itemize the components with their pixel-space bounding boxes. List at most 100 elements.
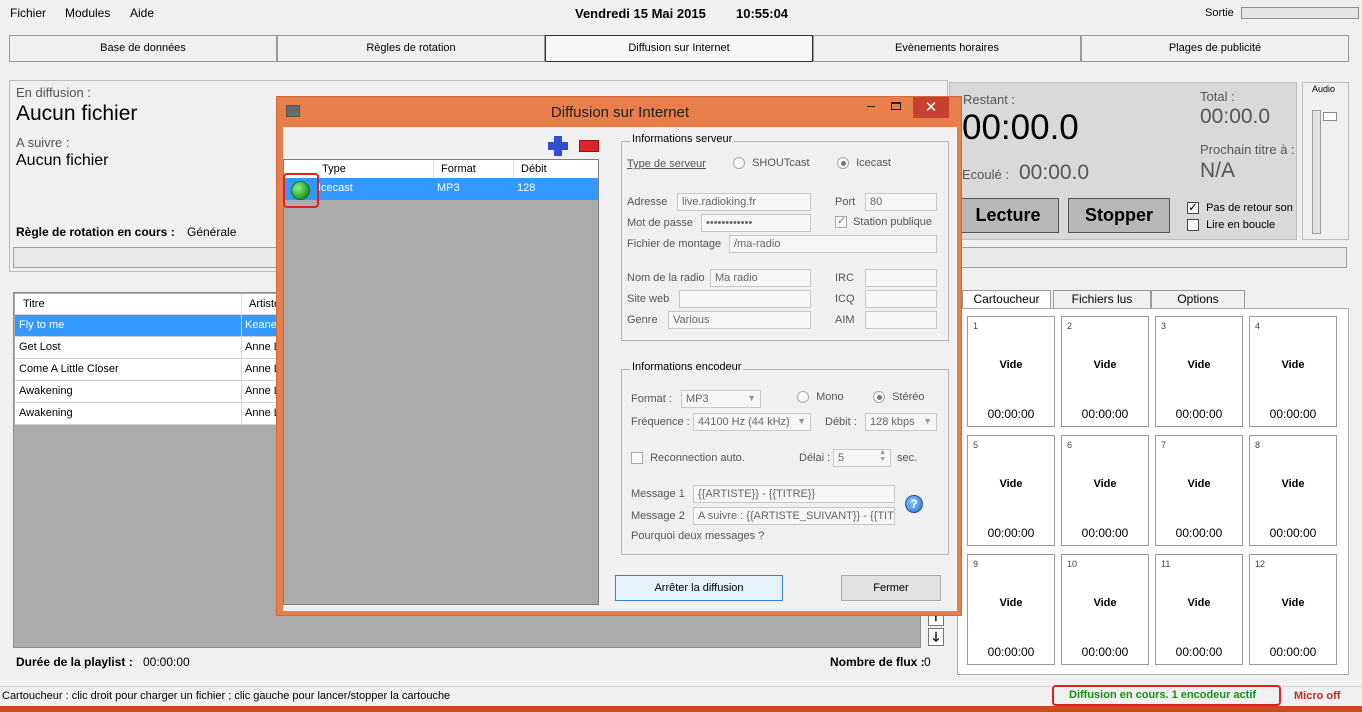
arreter-diffusion-button[interactable]: Arrêter la diffusion bbox=[615, 575, 783, 601]
table-row[interactable]: Awakening Anne L bbox=[15, 403, 315, 425]
close-icon[interactable]: ✕ bbox=[913, 97, 949, 118]
port-label: Port bbox=[835, 196, 856, 208]
adresse-label: Adresse bbox=[627, 196, 668, 208]
tab-options[interactable]: Options bbox=[1151, 290, 1245, 309]
cart-slot-number: 10 bbox=[1067, 559, 1078, 569]
tab-evenements-horaires[interactable]: Evènements horaires bbox=[813, 35, 1081, 62]
adresse-field[interactable]: live.radioking.fr bbox=[677, 193, 811, 211]
delai-value: 5 bbox=[838, 452, 845, 464]
irc-field[interactable] bbox=[865, 269, 937, 287]
frequence-select-value: 44100 Hz (44 kHz) bbox=[698, 416, 790, 428]
row-title: Awakening bbox=[19, 407, 73, 419]
tab-regles-de-rotation[interactable]: Règles de rotation bbox=[277, 35, 545, 62]
chevron-down-icon: ▼ bbox=[747, 393, 756, 403]
frequence-select[interactable]: 44100 Hz (44 kHz) ▼ bbox=[693, 413, 811, 431]
mono-radio-option[interactable]: Mono bbox=[797, 391, 844, 404]
pas-retour-son-option[interactable]: Pas de retour son bbox=[1187, 200, 1293, 215]
tab-plages-publicite[interactable]: Plages de publicité bbox=[1081, 35, 1349, 62]
format-select[interactable]: MP3 ▼ bbox=[681, 390, 761, 408]
lecture-button[interactable]: Lecture bbox=[957, 198, 1059, 233]
status-micro: Micro off bbox=[1294, 690, 1341, 702]
debit-select[interactable]: 128 kbps ▼ bbox=[865, 413, 937, 431]
lire-en-boucle-option[interactable]: Lire en boucle bbox=[1187, 219, 1275, 232]
aim-field[interactable] bbox=[865, 311, 937, 329]
encoder-row[interactable]: Icecast MP3 128 bbox=[284, 178, 598, 200]
cart-slot-label: Vide bbox=[1187, 597, 1211, 609]
tab-diffusion-internet[interactable]: Diffusion sur Internet bbox=[545, 35, 813, 62]
mono-radio[interactable] bbox=[797, 391, 809, 404]
column-format[interactable]: Format bbox=[441, 163, 476, 175]
shoutcast-radio-option[interactable]: SHOUTcast bbox=[733, 157, 810, 170]
clock-date: Vendredi 15 Mai 2015 bbox=[575, 6, 706, 21]
cart-slot-time: 00:00:00 bbox=[987, 407, 1035, 421]
debit-select-value: 128 kbps bbox=[870, 416, 915, 428]
pourquoi-messages-link[interactable]: Pourquoi deux messages ? bbox=[631, 530, 764, 542]
playlist-header: Titre Artiste bbox=[15, 294, 315, 315]
shoutcast-radio[interactable] bbox=[733, 157, 745, 170]
tab-cartoucheur[interactable]: Cartoucheur bbox=[962, 290, 1051, 310]
cart-slot[interactable]: 8 Vide 00:00:00 bbox=[1249, 435, 1337, 546]
reconnection-checkbox[interactable] bbox=[631, 452, 643, 465]
cart-slot[interactable]: 11 Vide 00:00:00 bbox=[1155, 554, 1243, 665]
tab-base-de-donnees[interactable]: Base de données bbox=[9, 35, 277, 62]
cart-slot[interactable]: 2 Vide 00:00:00 bbox=[1061, 316, 1149, 427]
reconnection-option[interactable]: Reconnection auto. bbox=[631, 452, 745, 465]
table-row[interactable]: Get Lost Anne L bbox=[15, 337, 315, 359]
cart-slot-number: 11 bbox=[1161, 559, 1171, 569]
maximize-icon[interactable] bbox=[891, 102, 901, 110]
stereo-radio[interactable] bbox=[873, 391, 885, 404]
stopper-button[interactable]: Stopper bbox=[1068, 198, 1170, 233]
audio-slider-thumb[interactable] bbox=[1323, 112, 1337, 121]
genre-field[interactable]: Various bbox=[668, 311, 811, 329]
pas-retour-son-checkbox[interactable] bbox=[1187, 200, 1199, 215]
duree-playlist-value: 00:00:00 bbox=[143, 655, 190, 669]
menu-modules[interactable]: Modules bbox=[65, 6, 110, 20]
cart-slot[interactable]: 4 Vide 00:00:00 bbox=[1249, 316, 1337, 427]
add-encoder-button[interactable] bbox=[547, 135, 569, 157]
delai-stepper[interactable]: 5 ▲ ▼ bbox=[833, 449, 891, 467]
cart-slot[interactable]: 10 Vide 00:00:00 bbox=[1061, 554, 1149, 665]
minimize-icon[interactable]: ‒ bbox=[859, 97, 883, 118]
audio-slider-track[interactable] bbox=[1312, 110, 1321, 234]
mot-de-passe-field[interactable]: •••••••••••• bbox=[701, 214, 811, 232]
port-field[interactable]: 80 bbox=[865, 193, 937, 211]
message1-field[interactable]: {{ARTISTE}} - {{TITRE}} bbox=[693, 485, 895, 503]
station-publique-option[interactable]: Station publique bbox=[835, 214, 932, 229]
cart-slot[interactable]: 5 Vide 00:00:00 bbox=[967, 435, 1055, 546]
station-publique-checkbox[interactable] bbox=[835, 214, 847, 229]
icq-field[interactable] bbox=[865, 290, 937, 308]
icecast-radio-option[interactable]: Icecast bbox=[837, 157, 891, 170]
tab-fichiers-lus[interactable]: Fichiers lus bbox=[1053, 290, 1151, 309]
icecast-radio[interactable] bbox=[837, 157, 849, 170]
column-titre[interactable]: Titre bbox=[23, 298, 45, 310]
reconnection-label: Reconnection auto. bbox=[650, 452, 745, 464]
cart-slot[interactable]: 12 Vide 00:00:00 bbox=[1249, 554, 1337, 665]
help-icon[interactable]: ? bbox=[905, 495, 923, 513]
stepper-arrows-icon[interactable]: ▲ ▼ bbox=[879, 450, 886, 463]
table-row[interactable]: Fly to me Keane bbox=[15, 315, 315, 337]
cart-slot[interactable]: 9 Vide 00:00:00 bbox=[967, 554, 1055, 665]
cart-slot[interactable]: 6 Vide 00:00:00 bbox=[1061, 435, 1149, 546]
cart-slot-number: 2 bbox=[1067, 321, 1073, 331]
shoutcast-label: SHOUTcast bbox=[752, 157, 810, 169]
nom-radio-field[interactable]: Ma radio bbox=[710, 269, 811, 287]
fermer-button[interactable]: Fermer bbox=[841, 575, 941, 601]
move-down-button[interactable]: 🡓 bbox=[928, 628, 944, 646]
menu-fichier[interactable]: Fichier bbox=[10, 6, 46, 20]
lire-en-boucle-checkbox[interactable] bbox=[1187, 219, 1199, 232]
message2-field[interactable]: A suivre : {{ARTISTE_SUIVANT}} - {{TIT bbox=[693, 507, 895, 525]
remove-encoder-button[interactable] bbox=[579, 140, 599, 152]
table-row[interactable]: Awakening Anne L bbox=[15, 381, 315, 403]
cart-slot[interactable]: 1 Vide 00:00:00 bbox=[967, 316, 1055, 427]
cart-slot[interactable]: 3 Vide 00:00:00 bbox=[1155, 316, 1243, 427]
stereo-radio-option[interactable]: Stéréo bbox=[873, 391, 924, 404]
column-type[interactable]: Type bbox=[322, 163, 346, 175]
cart-slot[interactable]: 7 Vide 00:00:00 bbox=[1155, 435, 1243, 546]
fichier-montage-field[interactable]: /ma-radio bbox=[729, 235, 937, 253]
encoder-group-title: Informations encodeur bbox=[630, 361, 744, 373]
table-row[interactable]: Come A Little Closer Anne L bbox=[15, 359, 315, 381]
menu-aide[interactable]: Aide bbox=[130, 6, 154, 20]
column-debit[interactable]: Débit bbox=[521, 163, 547, 175]
site-web-field[interactable] bbox=[679, 290, 811, 308]
debit-label: Débit : bbox=[825, 416, 857, 428]
